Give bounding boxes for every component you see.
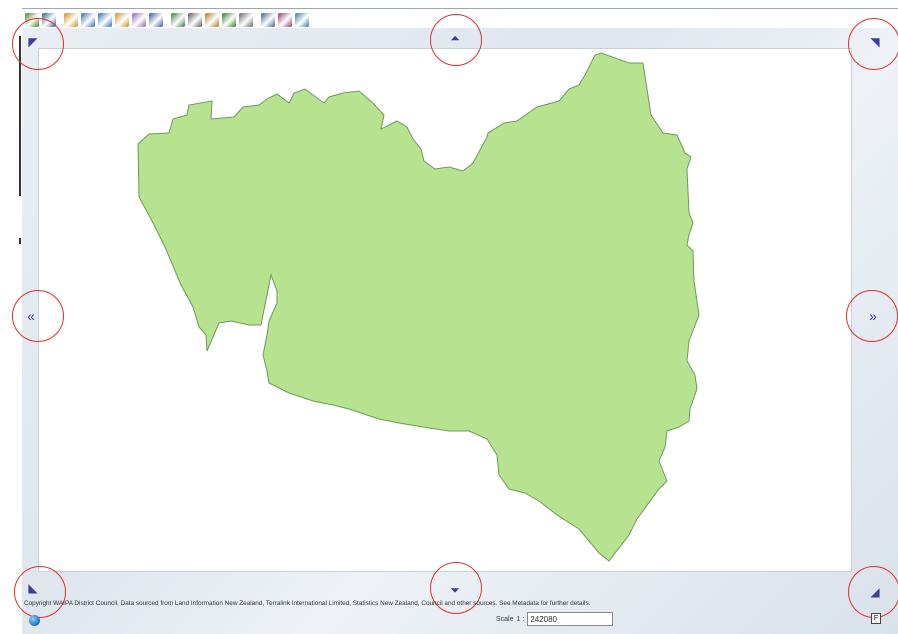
pan-north-button[interactable]: ⏶: [448, 32, 462, 44]
district-boundary-polygon[interactable]: [137, 52, 700, 562]
scale-label: Scale: [496, 615, 514, 623]
legend-icon[interactable]: [222, 13, 236, 27]
edge-line: [19, 36, 21, 196]
f-icon[interactable]: F: [871, 613, 881, 624]
identify-icon[interactable]: [171, 13, 185, 27]
map-canvas[interactable]: [38, 48, 852, 572]
map-svg: [137, 52, 700, 562]
text-tool-icon[interactable]: [239, 13, 253, 27]
grid-icon[interactable]: [149, 13, 163, 27]
eraser-icon[interactable]: [278, 13, 292, 27]
copyright-text: Copyright WAIPA District Council. Data s…: [24, 600, 591, 607]
measure-icon[interactable]: [188, 13, 202, 27]
scale-control: Scale 1 :: [496, 612, 614, 626]
pan-southwest-button[interactable]: ◣: [26, 582, 40, 594]
toolbar-icon-group: [22, 13, 310, 27]
pan-northeast-button[interactable]: ◥: [868, 36, 882, 48]
print-icon[interactable]: [261, 13, 275, 27]
pan-east-button[interactable]: »: [866, 309, 880, 323]
globe-icon[interactable]: [29, 615, 40, 626]
zoom-in-icon[interactable]: [64, 13, 78, 27]
pan-hand-icon[interactable]: [115, 13, 129, 27]
search-map-icon[interactable]: [205, 13, 219, 27]
toolbar-separator: [165, 13, 169, 27]
toolbar-separator: [58, 13, 62, 27]
pan-southeast-button[interactable]: ◢: [868, 586, 882, 598]
left-window-edge: [0, 0, 22, 634]
pan-northwest-button[interactable]: ◤: [26, 36, 40, 48]
select-tool-icon[interactable]: [42, 13, 56, 27]
zoom-extent-icon[interactable]: [98, 13, 112, 27]
export-icon[interactable]: [295, 13, 309, 27]
zoom-out-icon[interactable]: [81, 13, 95, 27]
scale-prefix: 1 :: [516, 615, 525, 623]
layers-icon[interactable]: [132, 13, 146, 27]
pan-south-button[interactable]: ⏷: [448, 584, 462, 596]
edge-tick: [19, 238, 21, 244]
scale-input[interactable]: [527, 612, 614, 626]
pan-west-button[interactable]: «: [24, 309, 38, 323]
toolbar-separator: [255, 13, 259, 27]
edit-pencil-icon[interactable]: [25, 13, 39, 27]
